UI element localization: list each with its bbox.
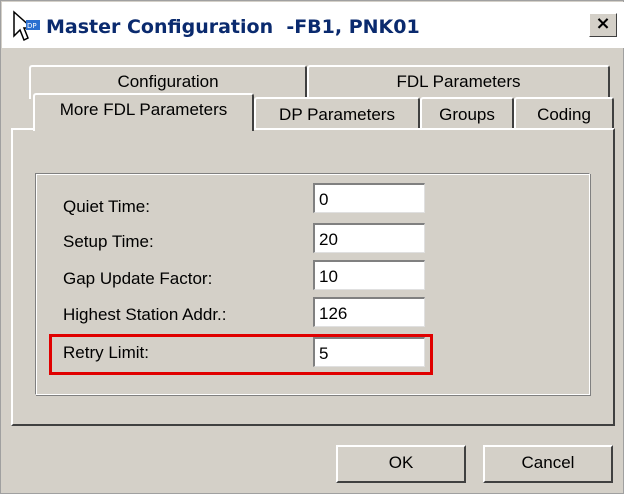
- tab-label: DP Parameters: [279, 105, 395, 124]
- tab-coding[interactable]: Coding: [514, 97, 614, 130]
- tab-label: Groups: [439, 105, 495, 124]
- tab-label: FDL Parameters: [396, 72, 521, 91]
- close-button[interactable]: ×: [589, 13, 617, 37]
- gap-update-factor-input[interactable]: [313, 260, 425, 290]
- quiet-time-input[interactable]: [313, 183, 425, 213]
- setup-time-input[interactable]: [313, 223, 425, 253]
- dialog-window: DP Master Configuration -FB1, PNK01 × Co…: [0, 0, 624, 494]
- window-title: Master Configuration -FB1, PNK01: [46, 16, 420, 38]
- tab-label: More FDL Parameters: [59, 100, 228, 119]
- highest-station-addr-label: Highest Station Addr.:: [63, 305, 227, 324]
- svg-text:DP: DP: [27, 22, 37, 30]
- tab-fdl-parameters[interactable]: FDL Parameters: [307, 65, 610, 99]
- highest-station-addr-input[interactable]: [313, 297, 425, 327]
- ok-button[interactable]: OK: [336, 445, 466, 483]
- tab-dp-parameters[interactable]: DP Parameters: [254, 97, 420, 130]
- quiet-time-label: Quiet Time:: [63, 197, 150, 216]
- gap-update-factor-label: Gap Update Factor:: [63, 269, 213, 288]
- tab-more-fdl-parameters[interactable]: More FDL Parameters: [33, 93, 254, 131]
- setup-time-label: Setup Time:: [63, 232, 154, 251]
- tab-label: Coding: [537, 105, 591, 124]
- tab-groups[interactable]: Groups: [420, 97, 514, 130]
- close-icon: ×: [595, 13, 611, 34]
- title-bar[interactable]: DP Master Configuration -FB1, PNK01 ×: [2, 2, 624, 48]
- pointer-cursor-app-icon: DP: [13, 10, 40, 42]
- cancel-button[interactable]: Cancel: [483, 445, 613, 483]
- retry-limit-highlight: [49, 334, 433, 375]
